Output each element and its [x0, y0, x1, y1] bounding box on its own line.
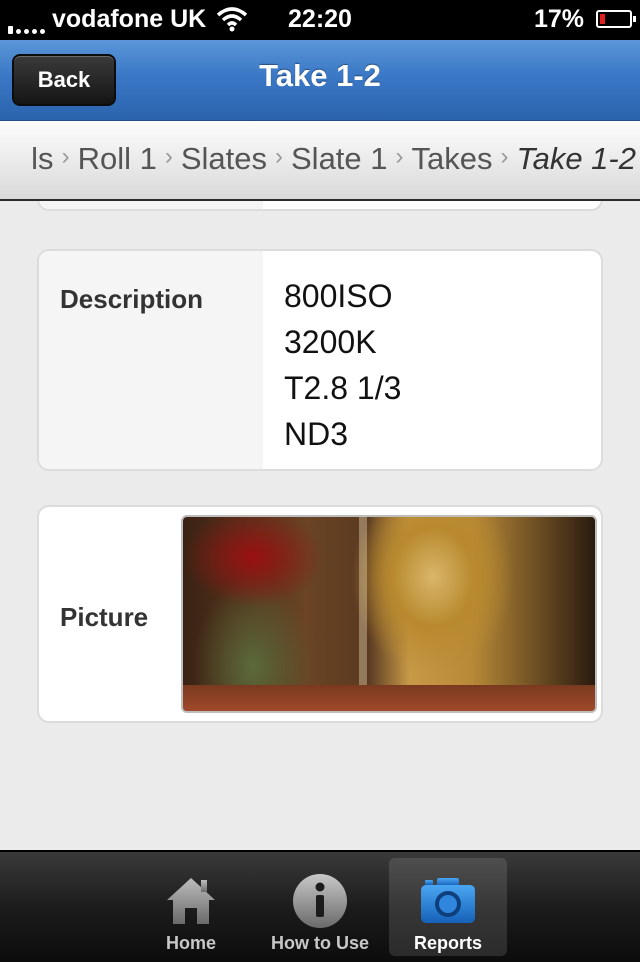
description-line: T2.8 1/3 [284, 370, 402, 406]
take-photo[interactable] [181, 515, 597, 713]
picture-card: Picture [37, 505, 603, 723]
tab-reports[interactable]: Reports [389, 858, 507, 956]
breadcrumb-item-slates[interactable]: Slates [181, 141, 267, 177]
page-title: Take 1-2 [259, 58, 381, 93]
description-label: Description [60, 284, 204, 314]
info-icon [261, 872, 379, 932]
breadcrumb-item-slate[interactable]: Slate 1 [291, 141, 388, 177]
content-area[interactable]: Description 800ISO 3200K T2.8 1/3 ND3 Pi… [0, 201, 640, 850]
chevron-right-icon: › [275, 143, 283, 170]
tab-reports-label: Reports [413, 933, 482, 953]
breadcrumb-item-current: Take 1-2 [516, 141, 637, 176]
picture-label: Picture [60, 602, 149, 632]
description-line: 800ISO [284, 278, 393, 314]
chevron-right-icon: › [500, 143, 509, 170]
breadcrumb-item-takes[interactable]: Takes [412, 141, 493, 177]
navigation-bar: Back Take 1-2 [0, 40, 640, 121]
description-line: ND3 [284, 416, 349, 452]
previous-field-card [37, 201, 603, 211]
chevron-right-icon: › [395, 143, 404, 170]
tab-home[interactable]: Home [132, 858, 250, 956]
breadcrumb: ls › Roll 1 › Slates › Slate 1 › Takes ›… [0, 121, 640, 201]
camera-icon [389, 872, 507, 932]
battery-percent: 17% [533, 5, 584, 33]
status-bar: vodafone UK 22:20 17% [0, 0, 640, 40]
breadcrumb-item-roll[interactable]: Roll 1 [78, 141, 157, 177]
tab-bar: Home How to Use Reports [0, 850, 640, 962]
chevron-right-icon: › [164, 143, 173, 170]
battery-icon [596, 10, 636, 28]
description-line: 3200K [284, 324, 377, 360]
breadcrumb-item-ls[interactable]: ls [31, 141, 53, 177]
description-value: 800ISO 3200K T2.8 1/3 ND3 [284, 273, 401, 457]
home-icon [132, 872, 250, 932]
description-card: Description 800ISO 3200K T2.8 1/3 ND3 [37, 249, 603, 471]
tab-how-to-use[interactable]: How to Use [261, 858, 379, 956]
chevron-right-icon: › [61, 143, 70, 170]
